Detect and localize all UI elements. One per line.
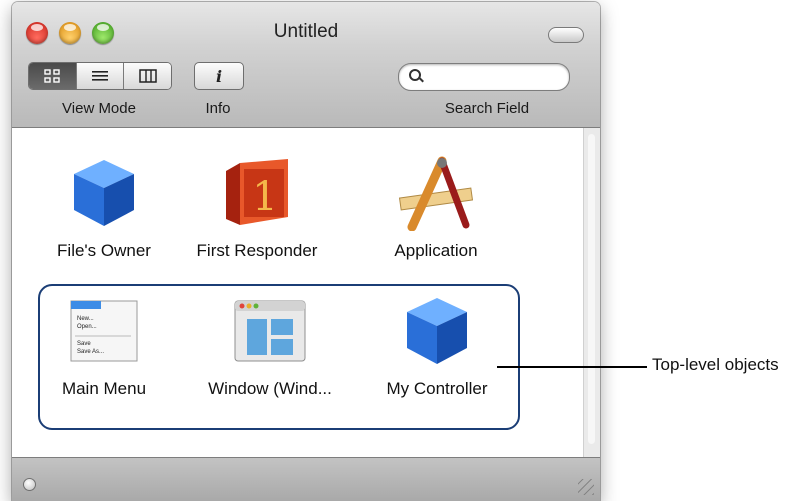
list-view-icon (92, 71, 108, 81)
icon-view-icon (44, 69, 61, 83)
object-application[interactable]: Application (361, 153, 511, 261)
object-label: My Controller (386, 379, 488, 398)
object-label: Application (394, 241, 478, 260)
status-bar (12, 457, 600, 501)
menu-item-new: New... (77, 316, 94, 322)
info-label: Info (205, 100, 231, 117)
object-first-responder[interactable]: 1 First Responder (182, 153, 332, 261)
view-mode-segmented-control (28, 62, 172, 90)
first-responder-glyph: 1 (252, 174, 277, 220)
vertical-scrollbar[interactable] (583, 128, 600, 458)
window-title: Untitled (273, 21, 339, 42)
search-icon (409, 69, 421, 81)
first-responder-icon: 1 (226, 159, 288, 225)
callout-label: Top-level objects (652, 355, 779, 374)
object-my-controller[interactable]: My Controller (362, 291, 512, 399)
main-menu-icon: New... Open... Save Save As... (70, 300, 138, 362)
resize-grip-icon[interactable] (578, 479, 594, 495)
info-icon: i (215, 66, 223, 86)
object-label: Main Menu (61, 379, 147, 398)
search-field-label: Search Field (444, 100, 530, 117)
object-files-owner[interactable]: File's Owner (29, 153, 179, 261)
object-main-menu[interactable]: New... Open... Save Save As... Main Menu (29, 291, 179, 399)
column-view-button[interactable] (124, 63, 171, 89)
column-view-icon (138, 69, 157, 83)
title-bar: Untitled i View Mode Info Search Field (12, 2, 600, 128)
view-mode-label: View Mode (62, 100, 136, 117)
cube-icon (74, 160, 134, 226)
icon-view-button[interactable] (29, 63, 77, 89)
window-icon (234, 300, 306, 362)
search-input[interactable] (427, 67, 561, 87)
callout-line (497, 366, 647, 368)
list-view-button[interactable] (76, 63, 125, 89)
status-indicator-icon[interactable] (23, 478, 36, 491)
toolbar-toggle-button[interactable] (548, 27, 584, 43)
application-icon (398, 156, 474, 231)
cube-icon (407, 298, 467, 364)
object-label: File's Owner (57, 241, 151, 260)
object-label: Window (Wind... (208, 379, 332, 398)
object-label: First Responder (196, 241, 318, 260)
menu-item-save-as: Save As... (77, 349, 104, 355)
object-window[interactable]: Window (Wind... (195, 291, 345, 399)
menu-item-open: Open... (77, 324, 97, 330)
menu-item-save: Save (77, 341, 91, 347)
search-field[interactable] (398, 63, 570, 91)
info-button[interactable]: i (194, 62, 244, 90)
